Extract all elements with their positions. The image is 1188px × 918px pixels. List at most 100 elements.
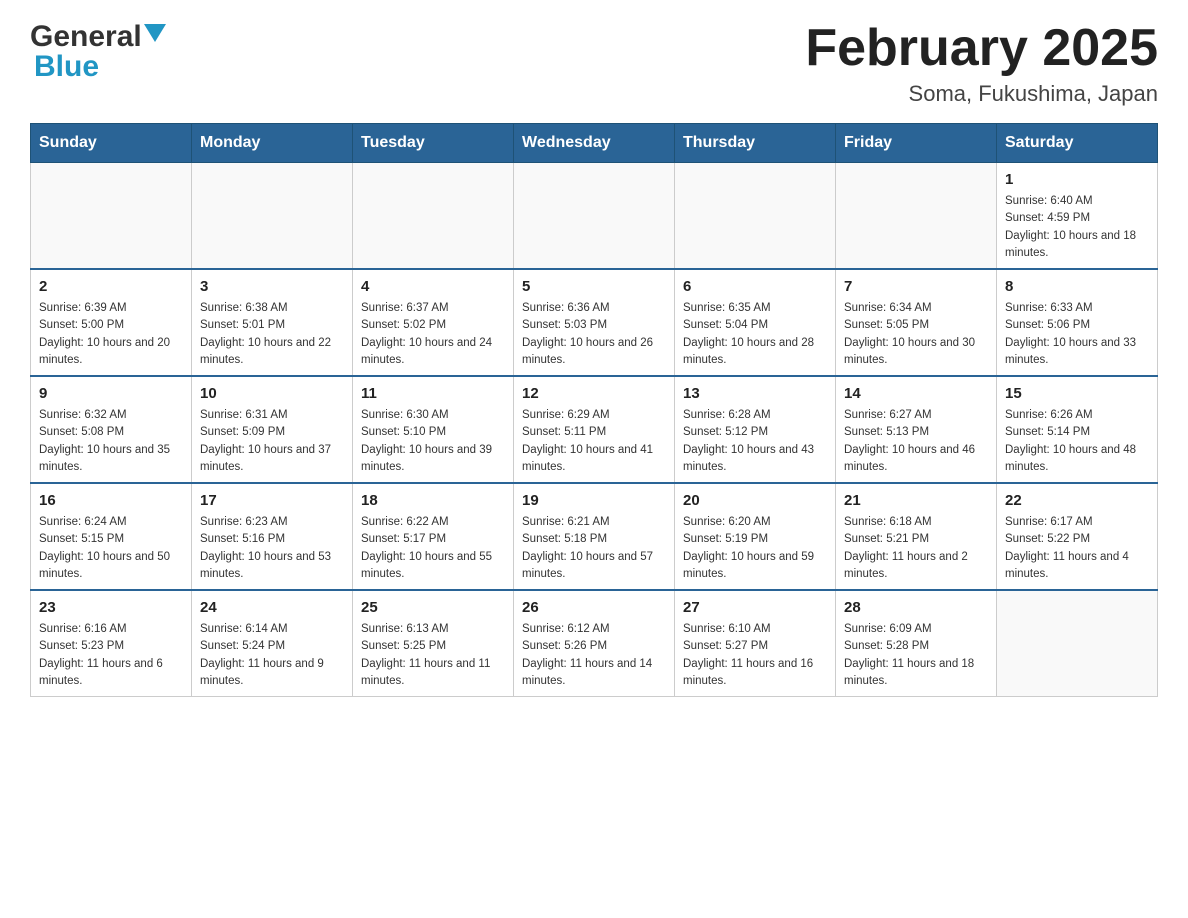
- day-info: Sunrise: 6:32 AMSunset: 5:08 PMDaylight:…: [39, 407, 183, 476]
- calendar-week-row: 2 Sunrise: 6:39 AMSunset: 5:00 PMDaylight…: [31, 269, 1158, 376]
- day-info: Sunrise: 6:36 AMSunset: 5:03 PMDaylight:…: [522, 300, 666, 369]
- day-number: 11: [361, 383, 505, 404]
- col-thursday: Thursday: [675, 124, 836, 163]
- title-section: February 2025 Soma, Fukushima, Japan: [805, 20, 1158, 107]
- table-row: 25Sunrise: 6:13 AMSunset: 5:25 PMDayligh…: [353, 590, 514, 697]
- table-row: 18 Sunrise: 6:22 AMSunset: 5:17 PMDayligh…: [353, 483, 514, 590]
- table-row: 17 Sunrise: 6:23 AMSunset: 5:16 PMDayligh…: [192, 483, 353, 590]
- table-row: 11 Sunrise: 6:30 AMSunset: 5:10 PMDayligh…: [353, 376, 514, 483]
- day-info: Sunrise: 6:17 AMSunset: 5:22 PMDaylight:…: [1005, 514, 1149, 583]
- day-number: 13: [683, 383, 827, 404]
- day-info: Sunrise: 6:22 AMSunset: 5:17 PMDaylight:…: [361, 514, 505, 583]
- table-row: 27 Sunrise: 6:10 AMSunset: 5:27 PMDayligh…: [675, 590, 836, 697]
- day-number: 5: [522, 276, 666, 297]
- col-tuesday: Tuesday: [353, 124, 514, 163]
- day-number: 21: [844, 490, 988, 511]
- day-number: 25: [361, 597, 505, 618]
- day-info: Sunrise: 6:27 AMSunset: 5:13 PMDaylight:…: [844, 407, 988, 476]
- table-row: 10 Sunrise: 6:31 AMSunset: 5:09 PMDayligh…: [192, 376, 353, 483]
- day-info: Sunrise: 6:18 AMSunset: 5:21 PMDaylight:…: [844, 514, 988, 583]
- day-number: 22: [1005, 490, 1149, 511]
- day-info: Sunrise: 6:31 AMSunset: 5:09 PMDaylight:…: [200, 407, 344, 476]
- table-row: [353, 163, 514, 270]
- calendar-title: February 2025: [805, 20, 1158, 77]
- col-friday: Friday: [836, 124, 997, 163]
- day-number: 26: [522, 597, 666, 618]
- day-info: Sunrise: 6:39 AMSunset: 5:00 PMDaylight:…: [39, 300, 183, 369]
- day-info: Sunrise: 6:12 AMSunset: 5:26 PMDaylight:…: [522, 621, 666, 690]
- table-row: [997, 590, 1158, 697]
- calendar-week-row: 16Sunrise: 6:24 AMSunset: 5:15 PMDayligh…: [31, 483, 1158, 590]
- table-row: 4 Sunrise: 6:37 AMSunset: 5:02 PMDaylight…: [353, 269, 514, 376]
- day-info: Sunrise: 6:35 AMSunset: 5:04 PMDaylight:…: [683, 300, 827, 369]
- day-number: 28: [844, 597, 988, 618]
- table-row: 22 Sunrise: 6:17 AMSunset: 5:22 PMDayligh…: [997, 483, 1158, 590]
- table-row: 20Sunrise: 6:20 AMSunset: 5:19 PMDayligh…: [675, 483, 836, 590]
- table-row: 15 Sunrise: 6:26 AMSunset: 5:14 PMDayligh…: [997, 376, 1158, 483]
- day-number: 10: [200, 383, 344, 404]
- day-info: Sunrise: 6:29 AMSunset: 5:11 PMDaylight:…: [522, 407, 666, 476]
- day-info: Sunrise: 6:14 AMSunset: 5:24 PMDaylight:…: [200, 621, 344, 690]
- day-number: 24: [200, 597, 344, 618]
- day-info: Sunrise: 6:28 AMSunset: 5:12 PMDaylight:…: [683, 407, 827, 476]
- calendar-table: Sunday Monday Tuesday Wednesday Thursday…: [30, 123, 1158, 697]
- table-row: 8 Sunrise: 6:33 AMSunset: 5:06 PMDaylight…: [997, 269, 1158, 376]
- table-row: 1Sunrise: 6:40 AMSunset: 4:59 PMDaylight…: [997, 163, 1158, 270]
- day-number: 16: [39, 490, 183, 511]
- day-info: Sunrise: 6:09 AMSunset: 5:28 PMDaylight:…: [844, 621, 988, 690]
- day-info: Sunrise: 6:33 AMSunset: 5:06 PMDaylight:…: [1005, 300, 1149, 369]
- table-row: [675, 163, 836, 270]
- day-number: 1: [1005, 169, 1149, 190]
- calendar-header-row: Sunday Monday Tuesday Wednesday Thursday…: [31, 124, 1158, 163]
- day-number: 6: [683, 276, 827, 297]
- logo-triangle-icon: [144, 24, 166, 46]
- table-row: [192, 163, 353, 270]
- col-wednesday: Wednesday: [514, 124, 675, 163]
- day-info: Sunrise: 6:20 AMSunset: 5:19 PMDaylight:…: [683, 514, 827, 583]
- logo: General Blue: [30, 20, 166, 84]
- table-row: 13 Sunrise: 6:28 AMSunset: 5:12 PMDayligh…: [675, 376, 836, 483]
- day-number: 14: [844, 383, 988, 404]
- table-row: 23 Sunrise: 6:16 AMSunset: 5:23 PMDayligh…: [31, 590, 192, 697]
- day-number: 17: [200, 490, 344, 511]
- day-info: Sunrise: 6:10 AMSunset: 5:27 PMDaylight:…: [683, 621, 827, 690]
- table-row: 7Sunrise: 6:34 AMSunset: 5:05 PMDaylight…: [836, 269, 997, 376]
- day-info: Sunrise: 6:16 AMSunset: 5:23 PMDaylight:…: [39, 621, 183, 690]
- table-row: 6 Sunrise: 6:35 AMSunset: 5:04 PMDaylight…: [675, 269, 836, 376]
- day-info: Sunrise: 6:37 AMSunset: 5:02 PMDaylight:…: [361, 300, 505, 369]
- col-monday: Monday: [192, 124, 353, 163]
- table-row: 24 Sunrise: 6:14 AMSunset: 5:24 PMDayligh…: [192, 590, 353, 697]
- calendar-week-row: 1Sunrise: 6:40 AMSunset: 4:59 PMDaylight…: [31, 163, 1158, 270]
- table-row: 26 Sunrise: 6:12 AMSunset: 5:26 PMDayligh…: [514, 590, 675, 697]
- col-saturday: Saturday: [997, 124, 1158, 163]
- day-number: 12: [522, 383, 666, 404]
- table-row: 19Sunrise: 6:21 AMSunset: 5:18 PMDayligh…: [514, 483, 675, 590]
- logo-general: General: [30, 20, 142, 54]
- day-number: 15: [1005, 383, 1149, 404]
- table-row: [836, 163, 997, 270]
- day-info: Sunrise: 6:30 AMSunset: 5:10 PMDaylight:…: [361, 407, 505, 476]
- day-info: Sunrise: 6:23 AMSunset: 5:16 PMDaylight:…: [200, 514, 344, 583]
- day-number: 4: [361, 276, 505, 297]
- logo-blue: Blue: [34, 50, 99, 83]
- day-info: Sunrise: 6:38 AMSunset: 5:01 PMDaylight:…: [200, 300, 344, 369]
- day-number: 2: [39, 276, 183, 297]
- table-row: 21 Sunrise: 6:18 AMSunset: 5:21 PMDayligh…: [836, 483, 997, 590]
- day-number: 3: [200, 276, 344, 297]
- page-header: General Blue February 2025 Soma, Fukushi…: [30, 20, 1158, 107]
- day-number: 7: [844, 276, 988, 297]
- col-sunday: Sunday: [31, 124, 192, 163]
- day-number: 8: [1005, 276, 1149, 297]
- table-row: 28 Sunrise: 6:09 AMSunset: 5:28 PMDayligh…: [836, 590, 997, 697]
- calendar-subtitle: Soma, Fukushima, Japan: [805, 81, 1158, 107]
- table-row: 9 Sunrise: 6:32 AMSunset: 5:08 PMDaylight…: [31, 376, 192, 483]
- table-row: 16Sunrise: 6:24 AMSunset: 5:15 PMDayligh…: [31, 483, 192, 590]
- table-row: 3 Sunrise: 6:38 AMSunset: 5:01 PMDaylight…: [192, 269, 353, 376]
- day-number: 9: [39, 383, 183, 404]
- table-row: 5 Sunrise: 6:36 AMSunset: 5:03 PMDaylight…: [514, 269, 675, 376]
- day-number: 18: [361, 490, 505, 511]
- day-info: Sunrise: 6:26 AMSunset: 5:14 PMDaylight:…: [1005, 407, 1149, 476]
- day-number: 23: [39, 597, 183, 618]
- table-row: [514, 163, 675, 270]
- day-number: 27: [683, 597, 827, 618]
